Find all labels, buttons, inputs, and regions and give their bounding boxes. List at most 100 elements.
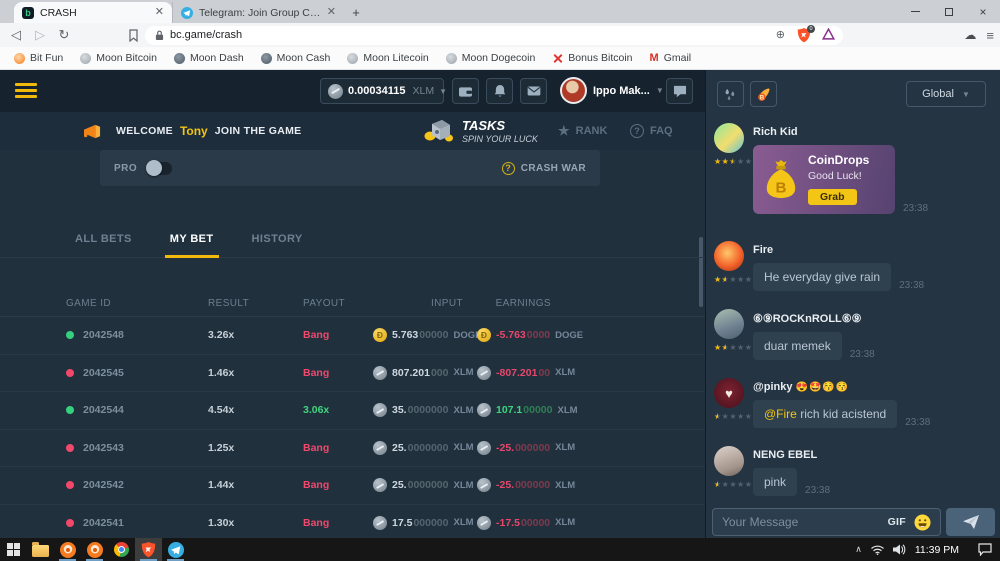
toolbar-right: ☁ ≡ <box>964 23 994 47</box>
coindrops-card: B CoinDrops Good Luck! Grab <box>753 145 895 214</box>
earnings-amount: -25.000000XLM <box>477 441 565 455</box>
message-input[interactable] <box>722 515 880 529</box>
start-button[interactable] <box>0 538 27 561</box>
browser-menu-icon[interactable]: ≡ <box>986 28 994 43</box>
message-time: 23:38 <box>905 417 930 428</box>
gif-button[interactable]: GIF <box>888 516 906 528</box>
game-status-dot <box>66 444 74 452</box>
cloud-extension-icon[interactable]: ☁ <box>964 28 976 42</box>
brave-shield-icon[interactable]: 0 <box>797 28 811 43</box>
tab-crash[interactable]: b CRASH ✕ <box>14 2 172 23</box>
avatar[interactable] <box>714 241 744 271</box>
question-mark-icon: ? <box>502 162 515 175</box>
avatar[interactable] <box>714 123 744 153</box>
payout: 3.06x <box>303 404 373 416</box>
taskbar-app-1[interactable] <box>54 538 81 561</box>
column-header: EARNINGS <box>477 298 565 309</box>
bookmark-moon-cash[interactable]: Moon Cash <box>261 52 331 64</box>
grab-button[interactable]: Grab <box>808 189 857 205</box>
site-menu-icon[interactable] <box>15 83 37 101</box>
messages-envelope-button[interactable] <box>520 78 547 104</box>
chat-input-box[interactable]: GIF <box>712 508 941 536</box>
zoom-page-icon[interactable]: ⊕ <box>776 28 785 41</box>
window-minimize-button[interactable] <box>898 0 932 23</box>
bookmark-moon-dogecoin[interactable]: Moon Dogecoin <box>446 52 536 64</box>
xlm-coin-icon <box>477 403 491 417</box>
new-tab-button[interactable]: + <box>344 5 368 23</box>
faq-link[interactable]: ? FAQ <box>630 124 673 138</box>
reload-icon[interactable]: ↻ <box>52 27 76 43</box>
bookmark-gmail[interactable]: MGmail <box>650 52 692 64</box>
bookmark-bonus-bitcoin[interactable]: Bonus Bitcoin <box>552 52 632 64</box>
avatar[interactable] <box>714 309 744 339</box>
bookmark-manager-icon[interactable] <box>128 29 139 42</box>
game-id: 2042541 <box>83 517 124 529</box>
bookmark-moon-dash[interactable]: Moon Dash <box>174 52 244 64</box>
chat-message: ★★★★★★★★★★ Rich Kid B CoinDrops Good Luc… <box>714 123 989 214</box>
clock[interactable]: 11:39 PM <box>915 544 959 556</box>
earnings-amount: -17.500000XLM <box>477 516 565 530</box>
taskbar-chrome[interactable] <box>108 538 135 561</box>
doge-coin-icon: Ð <box>373 328 387 342</box>
bookmark-moon-litecoin[interactable]: Moon Litecoin <box>347 52 428 64</box>
chat-message: ★★★★★★★★★★ NENG EBEL pink 23:38 <box>714 446 989 496</box>
window-maximize-button[interactable] <box>932 0 966 23</box>
chat-channel-selector[interactable]: Global ▼ <box>906 81 986 107</box>
emoji-picker-icon[interactable] <box>914 514 931 531</box>
window-close-button[interactable]: × <box>966 0 1000 23</box>
chat-header: B Global ▼ <box>717 81 986 107</box>
close-tab-icon[interactable]: ✕ <box>327 7 336 18</box>
tasks-title: TASKS <box>462 118 538 133</box>
url-field[interactable]: bc.game/crash ⊕ 0 <box>145 26 843 45</box>
wallet-button[interactable] <box>452 78 479 104</box>
wifi-icon[interactable] <box>871 545 884 555</box>
doge-coin-icon: Ð <box>477 328 491 342</box>
pro-toggle[interactable] <box>147 162 172 175</box>
megaphone-icon <box>82 123 103 140</box>
taskbar-brave[interactable] <box>135 538 162 561</box>
balance-selector[interactable]: 0.00034115 XLM ▼ <box>320 78 444 104</box>
tasks-link[interactable]: TASKS SPIN YOUR LUCK <box>424 118 538 144</box>
notifications-bell-button[interactable] <box>486 78 513 104</box>
close-tab-icon[interactable]: ✕ <box>155 7 164 18</box>
action-center-icon[interactable] <box>978 543 992 556</box>
forward-icon[interactable]: ▷ <box>28 27 52 43</box>
payout: Bang <box>303 479 373 491</box>
chat-username: NENG EBEL <box>753 446 989 468</box>
folder-icon <box>32 545 49 557</box>
bookmark-moon-bitcoin[interactable]: Moon Bitcoin <box>80 52 157 64</box>
send-message-button[interactable] <box>946 508 995 536</box>
volume-icon[interactable] <box>893 544 906 555</box>
taskbar-telegram[interactable] <box>162 538 189 561</box>
game-id: 2042543 <box>83 442 124 454</box>
chat-toggle-button[interactable] <box>666 78 693 104</box>
chat-input-row: GIF <box>712 508 995 536</box>
avatar[interactable]: ♥ <box>714 378 744 408</box>
tab-telegram[interactable]: Telegram: Join Group Chat ✕ <box>172 2 344 23</box>
tab-history[interactable]: HISTORY <box>252 233 303 257</box>
browser-tab-strip: b CRASH ✕ Telegram: Join Group Chat ✕ + … <box>0 0 1000 23</box>
column-header: PAYOUT <box>303 298 373 309</box>
balance-currency: XLM <box>413 85 435 97</box>
username: Ippo Mak... <box>593 85 650 97</box>
tab-my-bet[interactable]: MY BET <box>170 233 214 257</box>
brave-rewards-triangle-icon[interactable] <box>822 28 835 40</box>
rain-button[interactable] <box>717 81 744 107</box>
coindrop-fireball-button[interactable]: B <box>750 81 777 107</box>
emoji-row: 😍🤩😚😚 <box>796 382 850 393</box>
bookmark-bit-fun[interactable]: Bit Fun <box>14 52 63 64</box>
crash-war-link[interactable]: ? CRASH WAR <box>502 162 586 175</box>
star-rating: ★★★★★★★★★★ <box>714 480 752 490</box>
back-icon[interactable]: ◁ <box>4 27 28 43</box>
earnings-amount: -25.000000XLM <box>477 478 565 492</box>
taskbar-app-2[interactable] <box>81 538 108 561</box>
rank-link[interactable]: ★ RANK <box>558 123 607 139</box>
tray-expand-icon[interactable]: ∧ <box>855 544 862 555</box>
taskbar-file-explorer[interactable] <box>27 538 54 561</box>
user-menu[interactable]: Ippo Mak... ▼ <box>560 77 664 104</box>
result: 4.54x <box>208 404 303 416</box>
chat-username: Rich Kid <box>753 123 989 145</box>
result: 1.44x <box>208 479 303 491</box>
avatar[interactable] <box>714 446 744 476</box>
tab-all-bets[interactable]: ALL BETS <box>75 233 132 257</box>
